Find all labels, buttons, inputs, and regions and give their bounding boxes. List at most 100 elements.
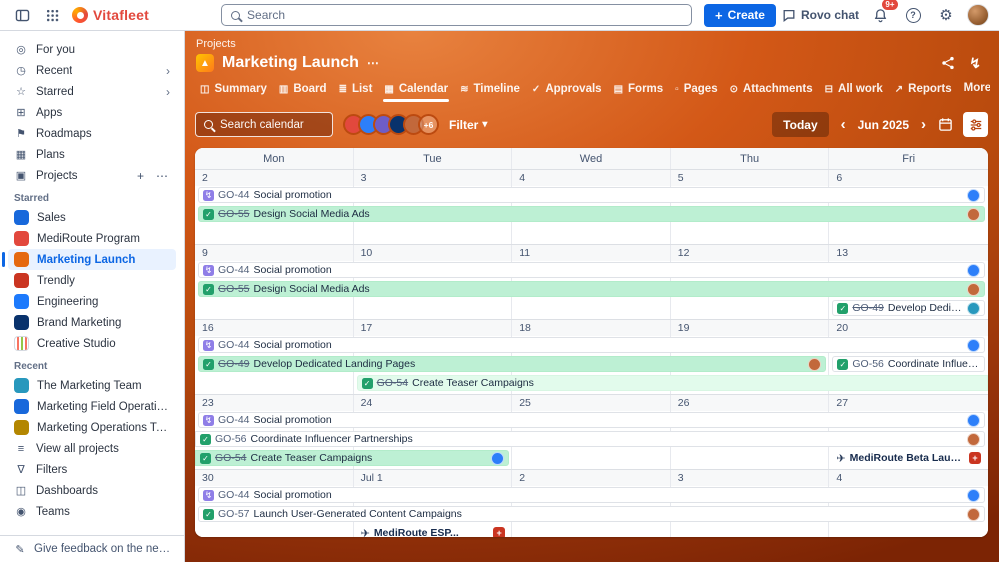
calendar-event[interactable]: ↯ GO-44 Social promotion — [198, 337, 985, 353]
calendar-search-input[interactable] — [220, 118, 320, 131]
sidebar-toggle-button[interactable] — [10, 3, 34, 27]
calendar-view-button[interactable] — [938, 117, 953, 132]
profile-avatar[interactable] — [967, 4, 989, 26]
sidebar-item-filters[interactable]: ∇ Filters — [8, 459, 176, 480]
sidebar-item-dashboards[interactable]: ◫ Dashboards — [8, 480, 176, 501]
list-icon: ≡ — [17, 442, 25, 455]
calendar-event[interactable]: ✓GO-56Coordinate Influencer Partnerships — [195, 431, 985, 447]
create-button[interactable]: + Create — [704, 3, 776, 27]
sidebar: ◎ For you ◷ Recent › ☆ Starred › ⊞ Apps ⚑ Roadmaps ▦… — [0, 31, 185, 562]
calendar-search[interactable] — [195, 112, 333, 137]
tab-list[interactable]: ≣ List — [333, 79, 379, 103]
automation-button[interactable]: ↯ — [969, 55, 981, 72]
sidebar-item-plans[interactable]: ▦ Plans — [8, 144, 176, 165]
calendar-event[interactable]: ✓ GO-55 Design Social Media Ads — [198, 206, 985, 222]
calendar-event[interactable]: ↯ GO-44 Social promotion — [198, 412, 985, 428]
project-avatar: ▲ — [196, 54, 214, 72]
sidebar-project-creative-studio[interactable]: Creative Studio — [8, 333, 176, 354]
view-all-projects[interactable]: ≡ View all projects — [8, 438, 176, 459]
tab-summary[interactable]: ◫ Summary — [194, 79, 273, 103]
day-cell[interactable]: 2 — [512, 470, 671, 537]
avatar-overflow[interactable]: +6 — [418, 114, 439, 135]
tab-pages[interactable]: ▫ Pages — [669, 79, 723, 103]
project-header: ▲ Marketing Launch ⋯ ↯ — [193, 51, 990, 77]
sidebar-item-recent[interactable]: ◷ Recent › — [8, 60, 176, 81]
tab-forms[interactable]: ▤ Forms — [608, 79, 670, 103]
calendar-event[interactable]: ↯ GO-44 Social promotion — [198, 187, 985, 203]
epic-icon: ↯ — [203, 414, 214, 426]
app-switcher-button[interactable] — [40, 3, 64, 27]
tab-reports[interactable]: ↗ Reports — [889, 79, 958, 103]
calendar-event[interactable]: ↯ GO-44 Social promotion — [198, 487, 985, 503]
view-settings-button[interactable] — [963, 112, 988, 137]
tab-calendar[interactable]: ▦ Calendar — [378, 79, 454, 103]
feedback-button[interactable]: ✎ Give feedback on the new ... — [0, 535, 184, 562]
calendar-event[interactable]: ✓GO-49Develop Dedicated Landing Pages — [198, 356, 827, 372]
tab-all-work[interactable]: ⊟ All work — [819, 79, 889, 103]
day-cell[interactable]: 30 — [195, 470, 354, 537]
calendar-event[interactable]: ✓ GO-54 Create Teaser Campaigns — [195, 450, 510, 466]
tab-approvals[interactable]: ✓ Approvals — [526, 79, 608, 103]
calendar-icon — [939, 118, 952, 131]
filter-button[interactable]: Filter ▾ — [449, 118, 487, 132]
share-button[interactable] — [941, 56, 955, 70]
tab-board[interactable]: ▥ Board — [273, 79, 333, 103]
day-cell[interactable]: 3 — [671, 470, 830, 537]
date-label: 25 — [519, 397, 531, 409]
tab-label: Timeline — [473, 83, 520, 95]
filter-label: Filter — [449, 117, 479, 132]
approvals-icon: ✓ — [531, 83, 541, 95]
sidebar-item-for-you[interactable]: ◎ For you — [8, 39, 176, 60]
sidebar-project-marketing-launch[interactable]: Marketing Launch — [2, 249, 176, 270]
sidebar-project-brand-marketing[interactable]: Brand Marketing — [8, 312, 176, 333]
calendar-event[interactable]: ✈ MediRoute ESP... + — [357, 525, 510, 537]
notifications-button[interactable]: 9+ — [868, 0, 898, 27]
tab-timeline[interactable]: ≋ Timeline — [454, 79, 526, 103]
add-project-button[interactable]: + — [135, 169, 146, 183]
sidebar-item-apps[interactable]: ⊞ Apps — [8, 102, 176, 123]
assignee-avatar — [967, 507, 980, 521]
sidebar-project-engineering[interactable]: Engineering — [8, 291, 176, 312]
vitafleet-logo[interactable]: Vitafleet — [72, 7, 149, 23]
date-label: 27 — [836, 397, 849, 409]
settings-button[interactable]: ⚙ — [934, 3, 958, 27]
sidebar-project-marketing-field-operations[interactable]: Marketing Field Operations — [8, 396, 176, 417]
sidebar-project-marketing-operations-team[interactable]: Marketing Operations Team — [8, 417, 176, 438]
today-button[interactable]: Today — [772, 112, 829, 137]
calendar-event[interactable]: ✈ MediRoute Beta Launch + — [832, 450, 985, 466]
tab-attachments[interactable]: ⊙ Attachments — [724, 79, 819, 103]
sidebar-project-mediroute-program[interactable]: MediRoute Program — [8, 228, 176, 249]
sidebar-item-projects[interactable]: ▣ Projects + ⋯ — [8, 165, 176, 186]
calendar-event[interactable]: ✓ GO-55 Design Social Media Ads — [198, 281, 985, 297]
breadcrumb[interactable]: Projects — [193, 37, 239, 51]
projects-more-button[interactable]: ⋯ — [154, 169, 170, 183]
calendar-event[interactable]: ↯ GO-44 Social promotion — [198, 262, 985, 278]
sidebar-item-starred[interactable]: ☆ Starred › — [8, 81, 176, 102]
sidebar-project-the-marketing-team[interactable]: The Marketing Team — [8, 375, 176, 396]
calendar-event[interactable]: ✓ GO-57 Launch User-Generated Content Camp… — [198, 506, 985, 522]
calendar-event[interactable]: ✓GO-49Develop Dedicated Landing Pages — [832, 300, 985, 316]
day-cell[interactable]: 4 — [829, 470, 988, 537]
sidebar-item-roadmaps[interactable]: ⚑ Roadmaps — [8, 123, 176, 144]
global-search-input[interactable] — [247, 8, 683, 22]
rovo-chat-button[interactable]: Rovo chat — [782, 8, 859, 22]
section-label: Recent — [14, 361, 48, 372]
calendar-event[interactable]: ✓ GO-54 Create Teaser Campaigns — [356, 375, 988, 391]
next-month-button[interactable]: › — [919, 116, 928, 133]
prev-month-button[interactable]: ‹ — [839, 116, 848, 133]
global-search[interactable] — [221, 4, 693, 26]
sidebar-item-teams[interactable]: ◉ Teams — [8, 501, 176, 522]
tab-more[interactable]: More4▾ — [958, 77, 990, 103]
help-button[interactable]: ? — [901, 3, 925, 27]
forms-icon: ▤ — [613, 83, 624, 95]
title-more-button[interactable]: ⋯ — [367, 56, 379, 70]
calendar-event[interactable]: ✓GO-56Coordinate Influencer Partnerships — [832, 356, 985, 372]
sidebar-item-label: Plans — [36, 148, 65, 161]
sidebar-project-sales[interactable]: Sales — [8, 207, 176, 228]
event-title: Social promotion — [253, 489, 332, 501]
date-label: 5 — [677, 172, 684, 184]
project-name: Trendly — [37, 274, 75, 287]
sidebar-project-trendly[interactable]: Trendly — [8, 270, 176, 291]
project-name: Brand Marketing — [37, 316, 122, 329]
apps-icon: ⊞ — [16, 107, 26, 119]
